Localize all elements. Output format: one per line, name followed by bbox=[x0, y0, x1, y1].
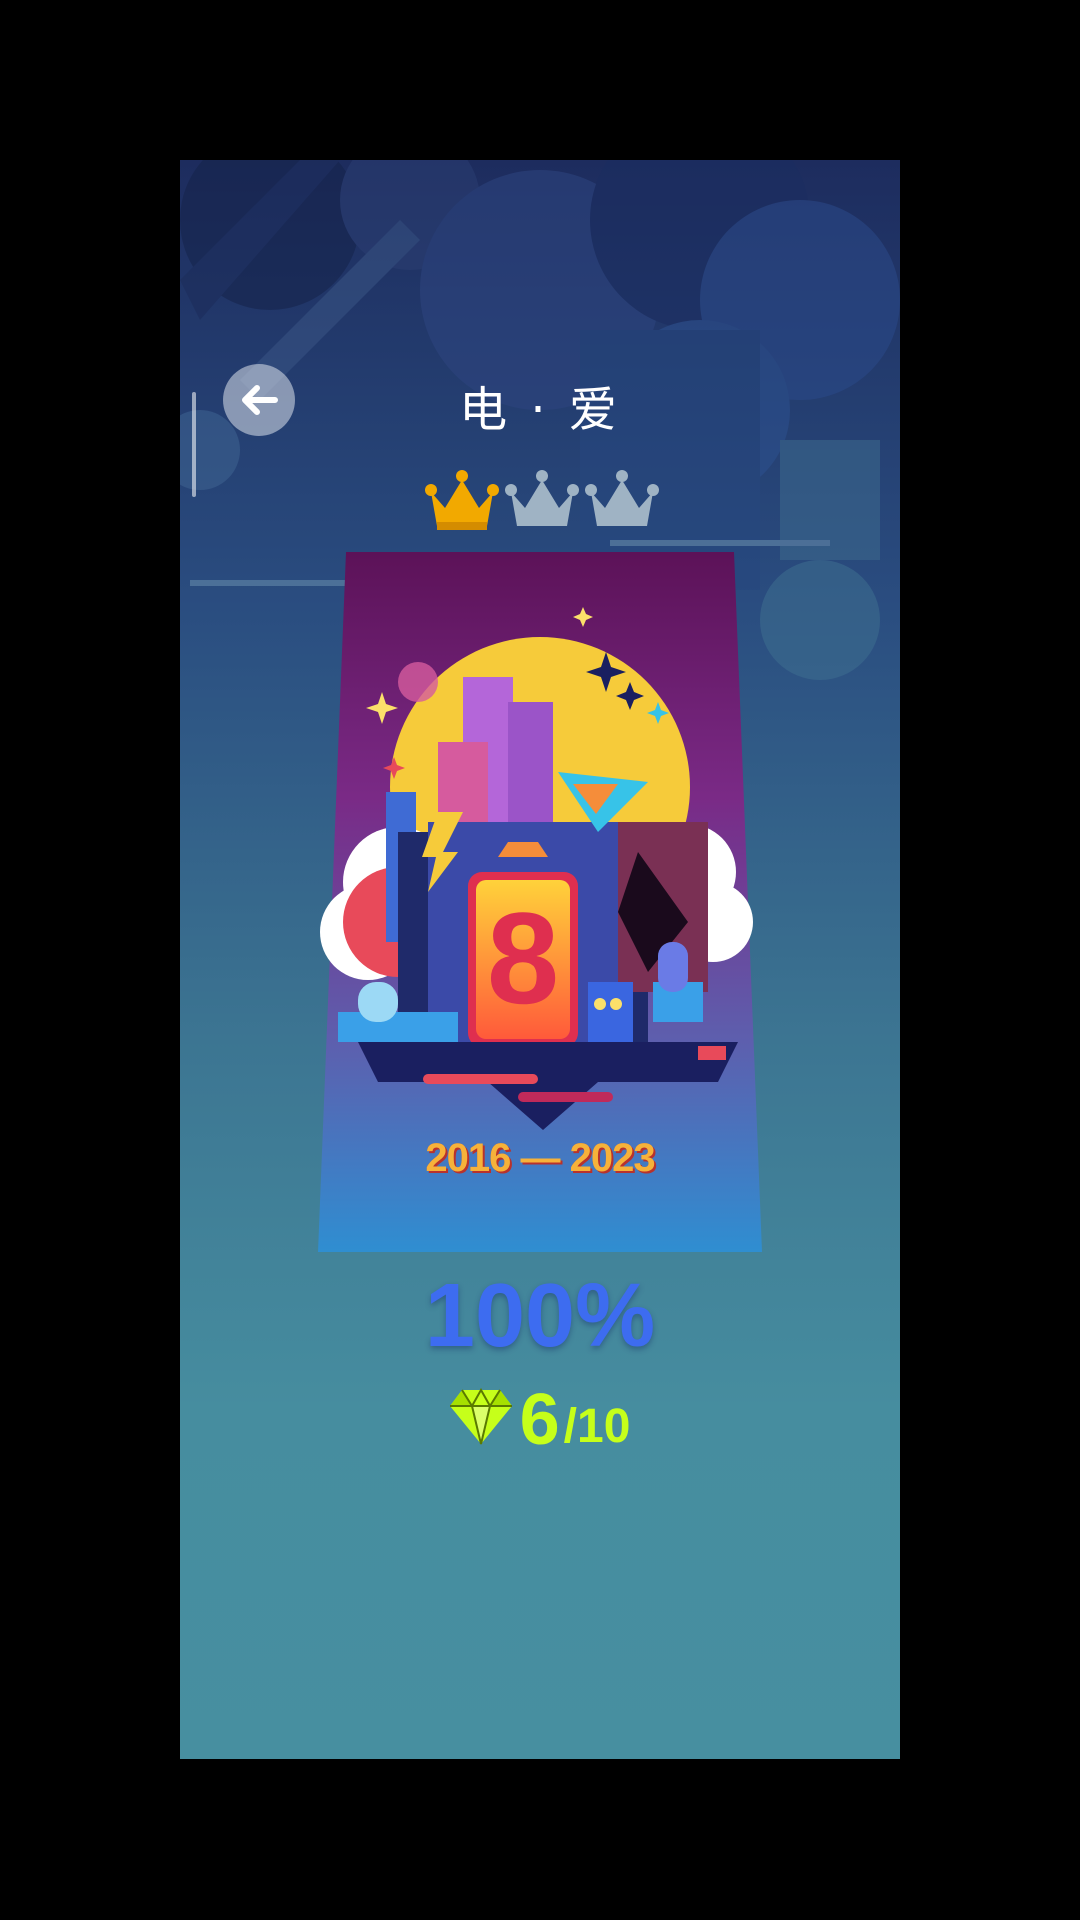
crown-rating bbox=[425, 466, 665, 538]
level-title: 电 · 爱 bbox=[459, 382, 621, 438]
cover-number-8: 8 bbox=[486, 885, 560, 1031]
gem-separator: / bbox=[563, 1400, 577, 1453]
gem-collected-count: 6 bbox=[519, 1380, 560, 1460]
diamond-icon bbox=[449, 1388, 512, 1445]
crown-icon bbox=[425, 470, 499, 530]
cover-years: 2016 — 2023 bbox=[425, 1136, 655, 1180]
level-detail-screen: 电 · 爱 8 2016 — 2023 100% 6 / 10 bbox=[180, 160, 900, 1759]
crown-icon bbox=[585, 470, 659, 526]
gem-total-count: 10 bbox=[577, 1400, 631, 1453]
crown-icon bbox=[505, 470, 579, 526]
completion-percent: 100% bbox=[424, 1266, 656, 1366]
gem-counter: 6 / 10 bbox=[180, 1380, 900, 1460]
